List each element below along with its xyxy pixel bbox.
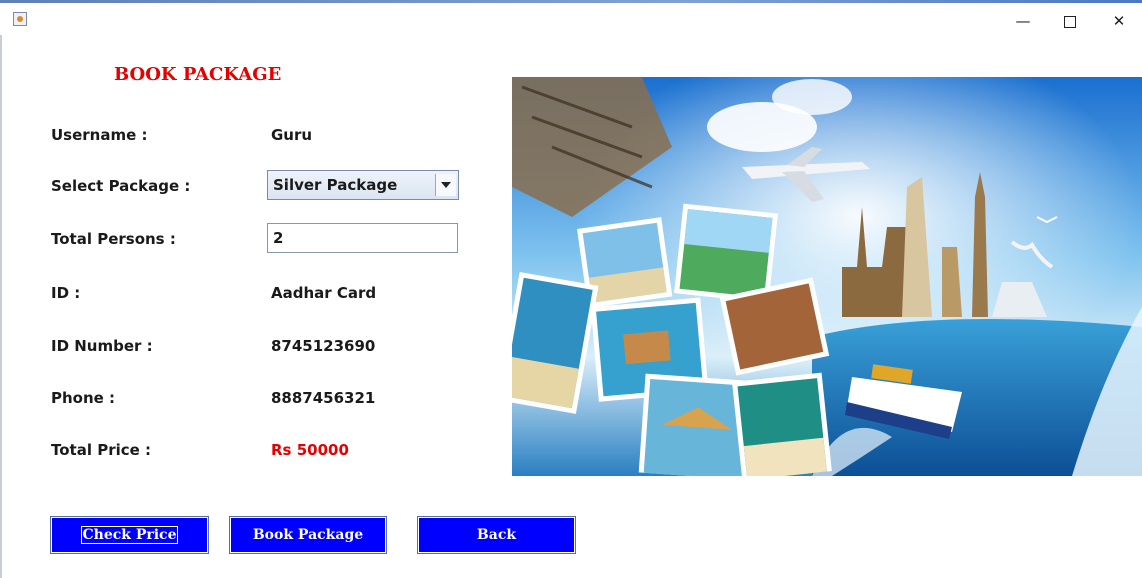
phone-value: 8887456321 [271,389,376,407]
total-price-value: Rs 50000 [271,441,349,459]
id-number-label: ID Number : [51,337,153,355]
total-persons-input[interactable]: 2 [267,223,458,253]
java-icon [13,12,27,26]
id-value: Aadhar Card [271,284,377,302]
travel-collage-image [512,77,1142,476]
package-select-value: Silver Package [273,176,398,194]
username-value: Guru [271,126,313,144]
page-title: BOOK PACKAGE [114,64,282,85]
close-icon[interactable]: ✕ [1096,6,1142,36]
total-persons-label: Total Persons : [51,230,176,248]
username-label: Username : [51,126,148,144]
back-button[interactable]: Back [418,517,575,553]
chevron-down-icon[interactable] [435,174,456,196]
phone-label: Phone : [51,389,116,407]
package-select[interactable]: Silver Package [267,170,459,200]
total-price-label: Total Price : [51,441,152,459]
check-price-button[interactable]: Check Price [51,517,208,553]
id-label: ID : [51,284,81,302]
select-package-label: Select Package : [51,177,191,195]
total-persons-value: 2 [273,229,284,247]
book-package-button[interactable]: Book Package [230,517,386,553]
minimize-icon[interactable]: — [1000,6,1046,36]
maximize-icon[interactable] [1047,6,1093,36]
title-bar: — ✕ [0,3,1142,35]
window-left-border [0,35,2,578]
id-number-value: 8745123690 [271,337,376,355]
check-price-label: Check Price [80,526,179,544]
